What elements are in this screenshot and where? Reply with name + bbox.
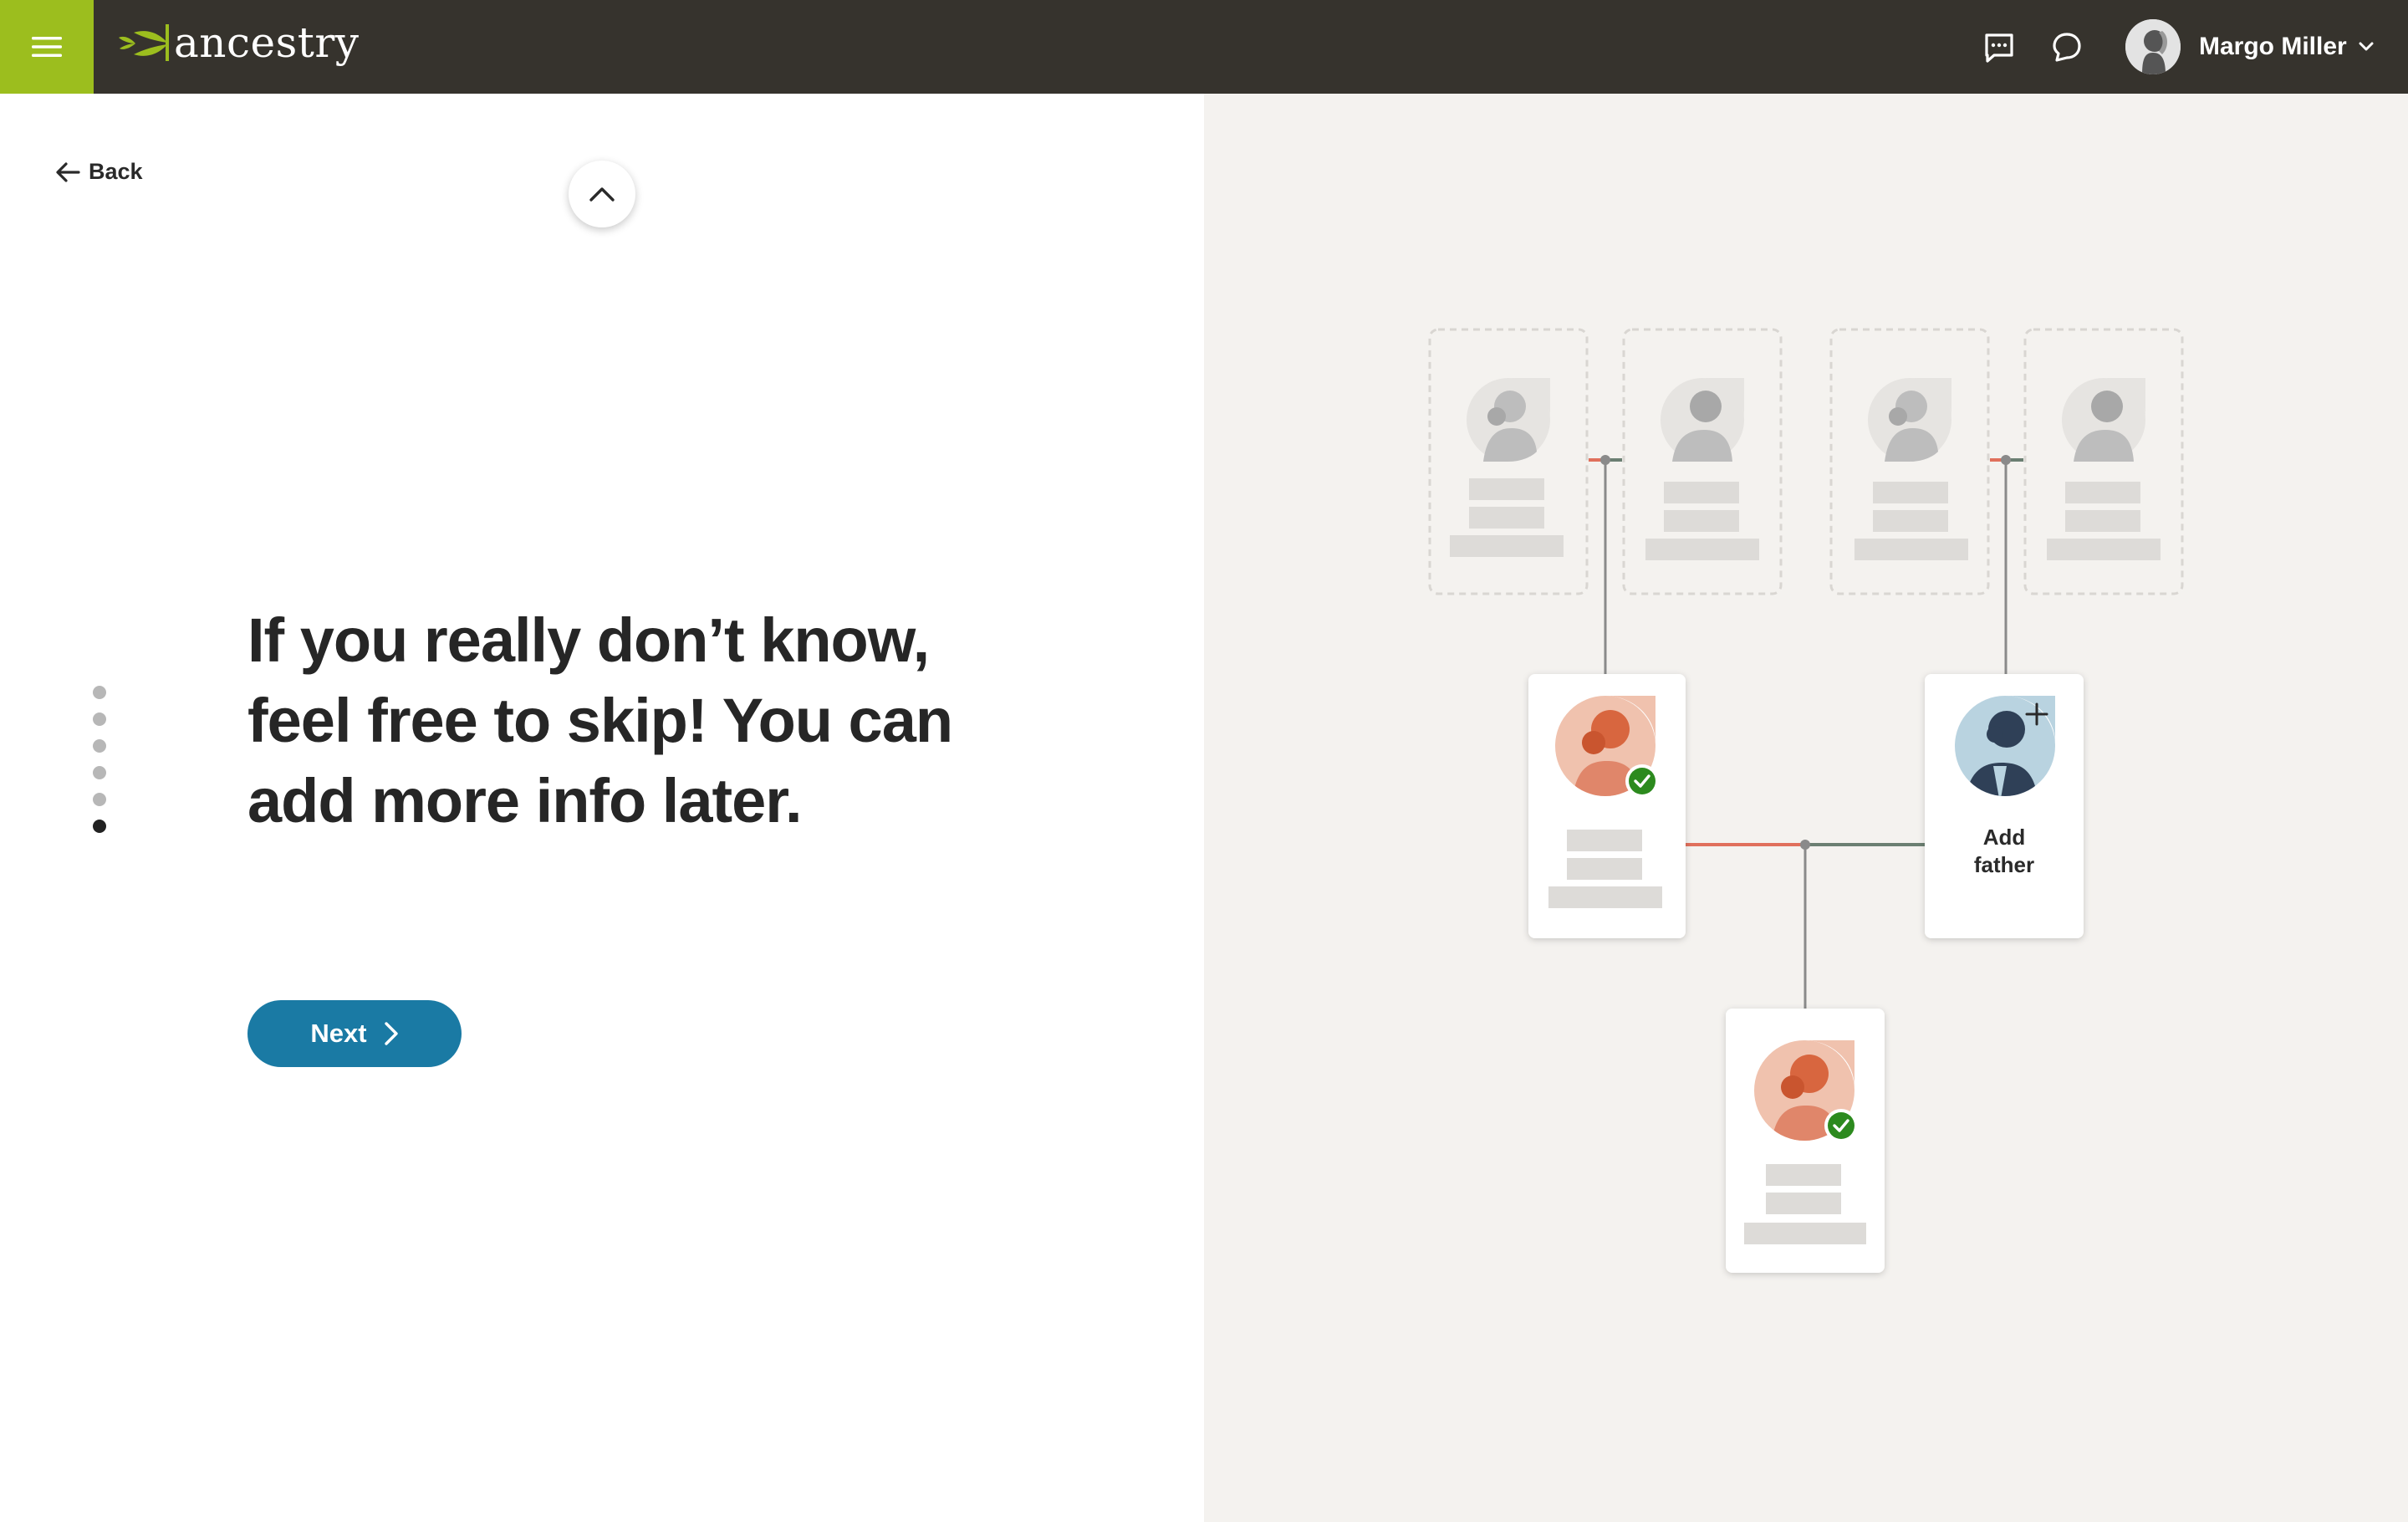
- collapse-button[interactable]: [569, 161, 635, 227]
- ancestry-logo[interactable]: ancestry: [119, 18, 360, 67]
- step-indicator: [93, 686, 108, 846]
- next-label: Next: [310, 1019, 367, 1048]
- arrow-left-icon: [56, 161, 80, 182]
- messages-button[interactable]: [1978, 27, 2020, 69]
- messages-icon: [1985, 33, 2013, 63]
- top-navigation-bar: ancestry Margo Miller: [0, 0, 2408, 94]
- add-father-text: Add: [1982, 825, 2026, 850]
- back-button[interactable]: Back: [55, 159, 143, 185]
- step-dot: [93, 686, 106, 699]
- leaf-logo-icon: [119, 24, 169, 61]
- chat-icon: [2053, 33, 2081, 62]
- add-father-label[interactable]: Add father: [1925, 824, 2084, 879]
- user-menu[interactable]: Margo Miller: [2125, 18, 2374, 75]
- headline-line: If you really don’t know,: [247, 605, 930, 675]
- headline-line: feel free to skip! You can: [247, 686, 953, 755]
- chevron-down-icon: [2359, 42, 2374, 51]
- user-name: Margo Miller: [2199, 33, 2347, 60]
- chevron-right-icon: [384, 1022, 398, 1045]
- step-dot: [93, 712, 106, 726]
- avatar: [2125, 19, 2181, 74]
- step-dot-current: [93, 820, 106, 833]
- add-father-text: father: [1973, 852, 2035, 877]
- step-dot: [93, 739, 106, 753]
- menu-button[interactable]: [0, 0, 94, 94]
- family-tree-illustration-panel: [1204, 94, 2408, 1522]
- chevron-up-icon: [589, 187, 615, 202]
- page-headline: If you really don’t know, feel free to s…: [247, 600, 1000, 841]
- step-dot: [93, 766, 106, 779]
- chat-button[interactable]: [2046, 27, 2088, 69]
- logo-text: ancestry: [174, 18, 360, 67]
- next-button[interactable]: Next: [247, 1000, 462, 1067]
- back-label: Back: [89, 159, 143, 184]
- menu-icon: [32, 37, 62, 57]
- step-dot: [93, 793, 106, 806]
- headline-line: add more info later.: [247, 766, 803, 835]
- user-silhouette-icon: [2125, 19, 2181, 74]
